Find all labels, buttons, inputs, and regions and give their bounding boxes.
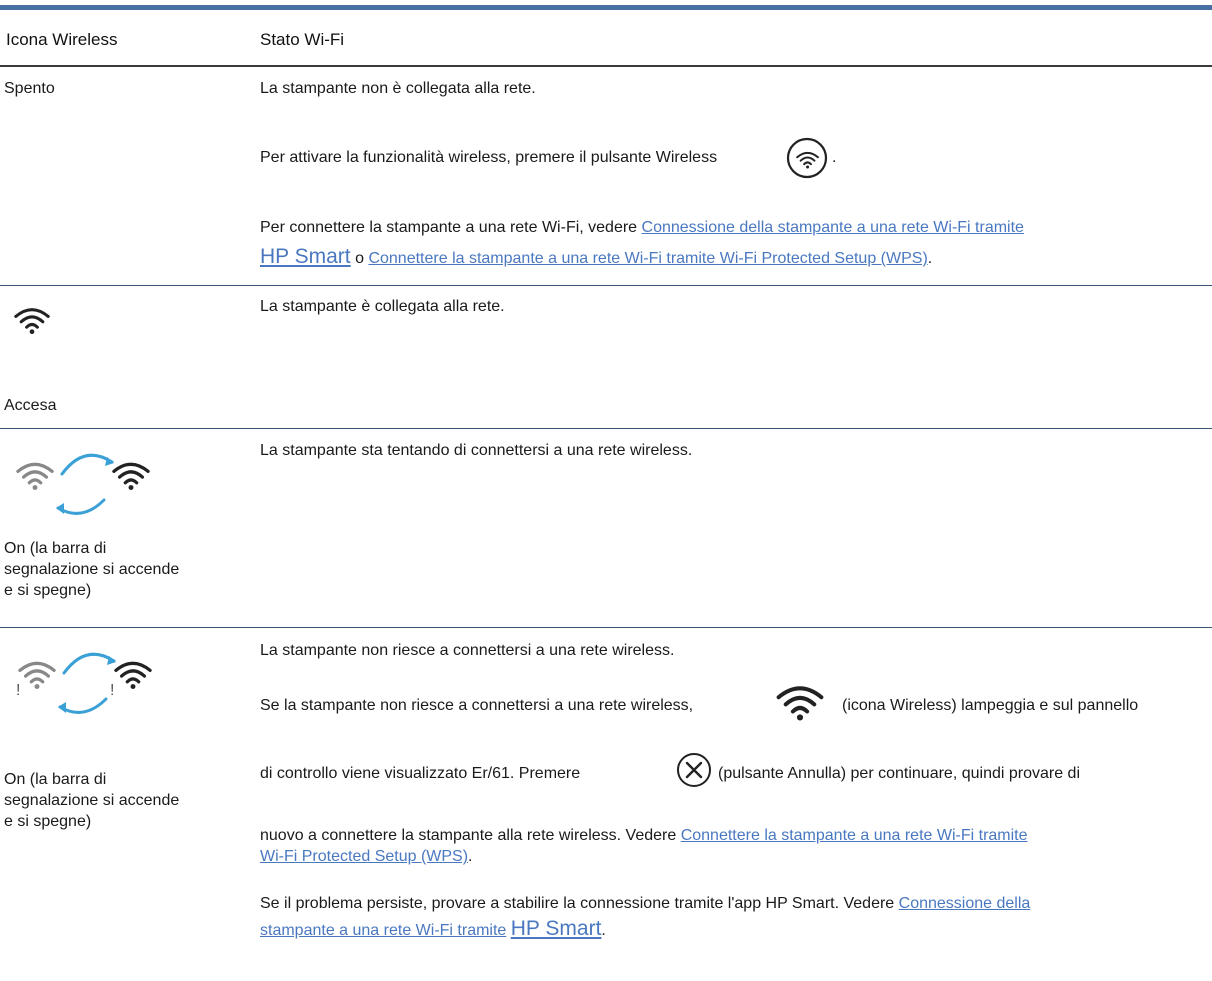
row1-text-2-period: .	[832, 149, 837, 166]
status-failed-l2: segnalazione si accende	[4, 792, 180, 809]
row4-text-2-after: (icona Wireless) lampeggia e sul pannell…	[842, 697, 1139, 714]
cancel-button-icon	[677, 753, 711, 787]
link-connect-hp-smart-cont[interactable]: stampante a una rete Wi-Fi tramite	[260, 922, 506, 939]
link-connect-wps[interactable]: Connettere la stampante a una rete Wi-Fi…	[368, 250, 927, 267]
status-failed-l3: e si spegne)	[4, 813, 92, 830]
status-blinking-l2: segnalazione si accende	[4, 561, 180, 578]
column-header-wifi-status: Stato Wi-Fi	[260, 30, 345, 49]
link-hp-smart[interactable]: HP Smart	[511, 917, 602, 940]
wifi-cycle-icon	[16, 453, 150, 515]
wifi-icon	[776, 683, 824, 721]
link-connect-hp-smart[interactable]: Connessione della	[899, 895, 1031, 912]
row-divider	[0, 285, 1212, 286]
wifi-icon	[14, 305, 50, 335]
row1-text-2: Per attivare la funzionalità wireless, p…	[260, 149, 718, 166]
row-divider	[0, 627, 1212, 628]
row4-text-5-line1: Se il problema persiste, provare a stabi…	[260, 895, 1031, 912]
link-connect-hp-smart-cont[interactable]: HP Smart	[260, 245, 351, 268]
status-blinking-l1: On (la barra di	[4, 540, 107, 557]
svg-text:!: !	[110, 682, 114, 699]
row2-text-1: La stampante è collegata alla rete.	[260, 298, 505, 315]
row4-text-3-after: (pulsante Annulla) per continuare, quind…	[718, 765, 1081, 782]
row1-text-1: La stampante non è collegata alla rete.	[260, 80, 536, 97]
status-blinking-l3: e si spegne)	[4, 582, 92, 599]
row4-text-1: La stampante non riesce a connettersi a …	[260, 642, 675, 659]
row3-text-1: La stampante sta tentando di connettersi…	[260, 442, 693, 459]
row4-text-3-before: di controllo viene visualizzato Er/61. P…	[260, 765, 581, 782]
row1-text-3-line1: Per connettere la stampante a una rete W…	[260, 219, 1024, 236]
row4-text-5-line2: stampante a una rete Wi-Fi tramite HP Sm…	[260, 917, 606, 940]
svg-text:!: !	[16, 682, 20, 699]
header-rule	[0, 65, 1212, 67]
link-connect-hp-smart[interactable]: Connessione della stampante a una rete W…	[642, 219, 1024, 236]
document-page: Icona Wireless Stato Wi-Fi Spento La sta…	[0, 0, 1212, 981]
row4-text-4-line1: nuovo a connettere la stampante alla ret…	[260, 827, 1028, 844]
link-connect-wps[interactable]: Connettere la stampante a una rete Wi-Fi…	[681, 827, 1028, 844]
row4-text-2-before: Se la stampante non riesce a connettersi…	[260, 697, 694, 714]
status-off: Spento	[4, 80, 55, 97]
wireless-button-icon	[786, 137, 828, 179]
top-border	[0, 5, 1212, 10]
status-on: Accesa	[4, 397, 57, 414]
row-divider	[0, 428, 1212, 429]
status-failed-l1: On (la barra di	[4, 771, 107, 788]
row4-text-4-line2: Wi-Fi Protected Setup (WPS).	[260, 848, 473, 865]
column-header-wireless-icon: Icona Wireless	[6, 30, 118, 49]
link-connect-wps-cont[interactable]: Wi-Fi Protected Setup (WPS)	[260, 848, 468, 865]
row1-text-3-line2: HP Smart o Connettere la stampante a una…	[260, 245, 933, 268]
wifi-error-cycle-icon: ! !	[16, 652, 152, 714]
